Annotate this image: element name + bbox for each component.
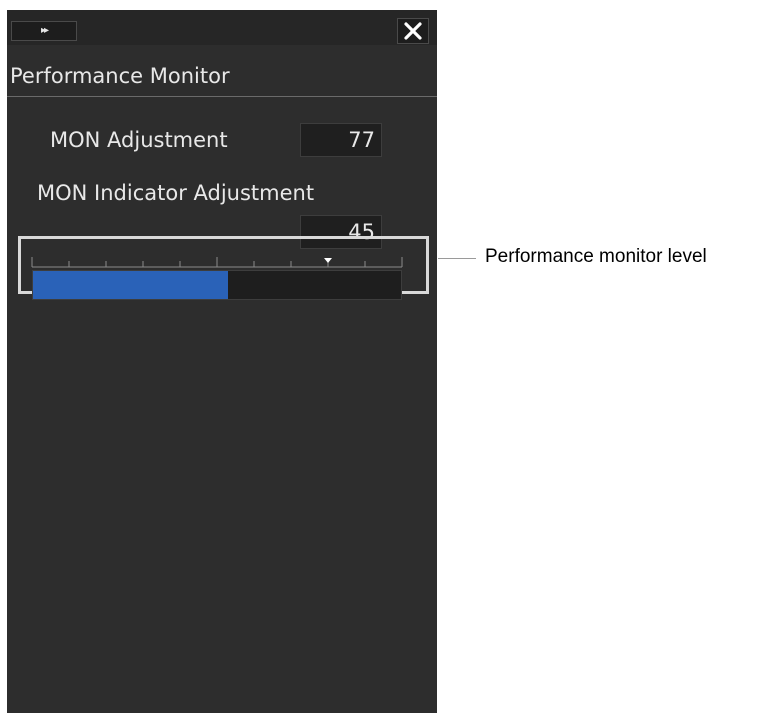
- callout-leader-line: [438, 258, 476, 259]
- expand-button[interactable]: ▸▸: [11, 21, 77, 41]
- double-chevron-right-icon: ▸▸: [40, 25, 49, 36]
- level-marker: [324, 258, 332, 263]
- performance-level-fill: [33, 271, 229, 299]
- mon-indicator-adjustment-label: MON Indicator Adjustment: [37, 181, 315, 205]
- mon-adjustment-field[interactable]: 77: [300, 123, 382, 157]
- title-divider: [7, 96, 437, 97]
- panel-title: Performance Monitor: [10, 64, 230, 88]
- performance-level-bar: [32, 270, 402, 300]
- level-scale: [31, 257, 403, 268]
- close-button[interactable]: [397, 18, 429, 44]
- close-icon: [404, 22, 422, 40]
- panel-top-bar: ▸▸: [7, 10, 437, 45]
- mon-adjustment-label: MON Adjustment: [50, 128, 228, 152]
- performance-monitor-panel: ▸▸ Performance Monitor MON Adjustment 77…: [7, 10, 437, 713]
- callout-label: Performance monitor level: [485, 246, 707, 267]
